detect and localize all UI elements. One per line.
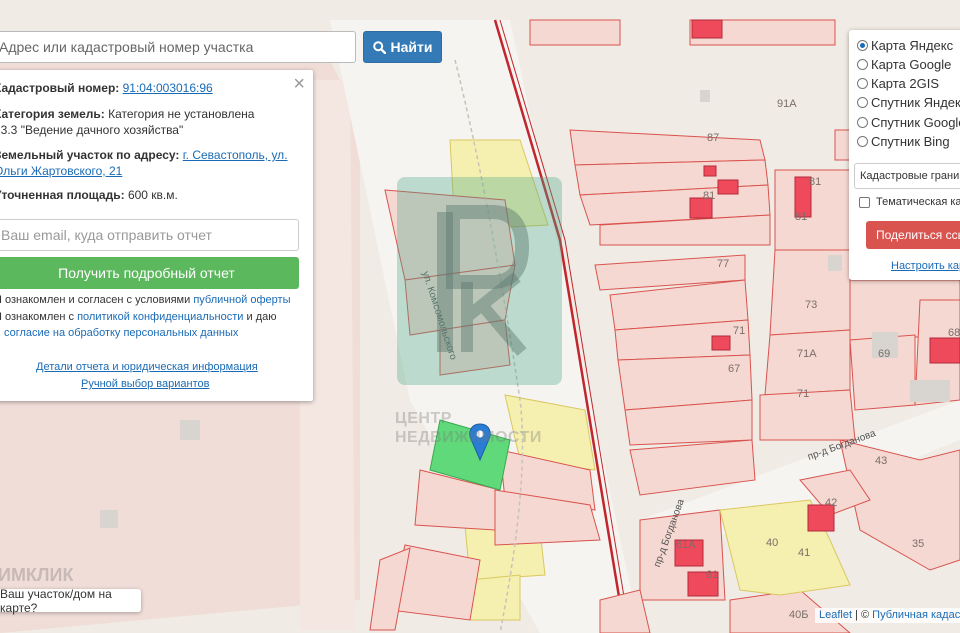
- leaflet-link[interactable]: Leaflet: [819, 609, 852, 621]
- personal-data-link[interactable]: согласие на обработку персональных данны…: [4, 327, 238, 339]
- house-number: 81: [809, 176, 822, 188]
- details-link[interactable]: Детали отчета и юридическая информация: [36, 361, 258, 373]
- configure-map-link[interactable]: Настроить карту: [891, 260, 960, 272]
- radio-icon[interactable]: [857, 78, 868, 89]
- consent-privacy[interactable]: Я ознакомлен с политикой конфиденциально…: [0, 309, 276, 325]
- radio-icon[interactable]: [857, 59, 868, 70]
- search-icon: [372, 40, 386, 54]
- thematic-map-toggle[interactable]: Тематическая карта: [859, 196, 960, 208]
- overlay-select[interactable]: Кадастровые границы: [854, 163, 960, 189]
- address-link-line1[interactable]: г. Севастополь, ул.: [183, 148, 288, 162]
- cadastral-label: Кадастровый номер:: [0, 81, 120, 95]
- house-number: 40Б: [789, 609, 809, 621]
- cadastral-row: Кадастровый номер: 91:04:003016:96: [0, 80, 213, 97]
- consent-offer[interactable]: Я ознакомлен и согласен с условиями публ…: [0, 292, 291, 308]
- house-number: 35: [912, 538, 925, 550]
- close-icon[interactable]: ×: [293, 74, 305, 94]
- house-number: 81: [703, 190, 716, 202]
- layer-google-map[interactable]: Карта Google: [857, 57, 951, 72]
- area-row: Уточненная площадь: 600 кв.м.: [0, 187, 178, 204]
- house-number: 71А: [797, 348, 817, 360]
- radio-icon[interactable]: [857, 97, 868, 108]
- house-number: 81: [795, 211, 808, 223]
- area-label: Уточненная площадь:: [0, 188, 125, 202]
- house-number: 40: [766, 537, 779, 549]
- house-number: 69: [878, 348, 891, 360]
- get-report-button[interactable]: Получить подробный отчет: [0, 257, 299, 289]
- house-number: 67: [728, 363, 741, 375]
- watermark-pk-icon: [437, 205, 530, 356]
- radio-selected-icon[interactable]: [857, 40, 868, 51]
- house-number: 77: [717, 258, 730, 270]
- layer-2gis-map[interactable]: Карта 2GIS: [857, 76, 939, 91]
- address-link-line2[interactable]: Ольги Жартовского, 21: [0, 164, 122, 178]
- area-value: 600 кв.м.: [127, 188, 178, 202]
- offer-link[interactable]: публичной оферты: [193, 294, 290, 306]
- cadastral-map-link[interactable]: Публичная кадастровая карта: [872, 609, 960, 621]
- house-number: 68: [948, 327, 960, 339]
- parcel-info-panel: × Кадастровый номер: 91:04:003016:96 Кат…: [0, 70, 313, 401]
- radio-icon[interactable]: [857, 136, 868, 147]
- search-input[interactable]: [0, 31, 356, 63]
- share-link-button[interactable]: Поделиться ссылкой: [866, 221, 960, 249]
- layers-panel: Карта Яндекс Карта Google Карта 2GIS Спу…: [849, 30, 960, 280]
- watermark-text: ЦЕНТР НЕДВИЖИМОСТИ: [395, 410, 542, 446]
- category-row: Категория земель: Категория не установле…: [0, 106, 254, 123]
- watermark-klik: ИМКЛИК: [0, 565, 74, 585]
- house-number: 73: [805, 299, 818, 311]
- privacy-link[interactable]: политикой конфиденциальности: [77, 311, 243, 323]
- layer-yandex-satellite[interactable]: Спутник Яндекс: [857, 95, 960, 110]
- radio-icon[interactable]: [857, 117, 868, 128]
- category-value: Категория не установлена: [108, 107, 255, 121]
- house-number: 71: [733, 325, 746, 337]
- category-label: Категория земель:: [0, 107, 105, 121]
- house-number: 91А: [777, 98, 797, 110]
- house-number: 61А: [676, 539, 696, 551]
- cadastral-number-link[interactable]: 91:04:003016:96: [123, 81, 213, 95]
- usage-value: 13.3 "Ведение дачного хозяйства": [0, 123, 184, 137]
- address-label: Земельный участок по адресу:: [0, 148, 180, 162]
- your-plot-question-button[interactable]: Ваш участок/дом на карте?: [0, 587, 141, 615]
- house-number: 41: [798, 547, 811, 559]
- layer-google-satellite[interactable]: Спутник Google: [857, 115, 960, 130]
- search-button[interactable]: Найти: [363, 31, 442, 63]
- address-row: Земельный участок по адресу: г. Севастоп…: [0, 147, 288, 164]
- layer-bing-satellite[interactable]: Спутник Bing: [857, 134, 950, 149]
- manual-choice-link[interactable]: Ручной выбор вариантов: [81, 378, 209, 390]
- watermark-logo: [397, 177, 562, 385]
- search-button-label: Найти: [390, 39, 433, 55]
- checkbox-icon[interactable]: [859, 196, 870, 208]
- house-number: 43: [875, 455, 888, 467]
- house-number: 42: [825, 497, 838, 509]
- map-attribution: Leaflet | © Публичная кадастровая карта: [815, 608, 960, 623]
- layer-yandex-map[interactable]: Карта Яндекс: [857, 38, 953, 53]
- house-number: 87: [707, 132, 720, 144]
- house-number: 71: [797, 388, 810, 400]
- email-field[interactable]: [0, 219, 299, 251]
- house-number: 61: [706, 569, 719, 581]
